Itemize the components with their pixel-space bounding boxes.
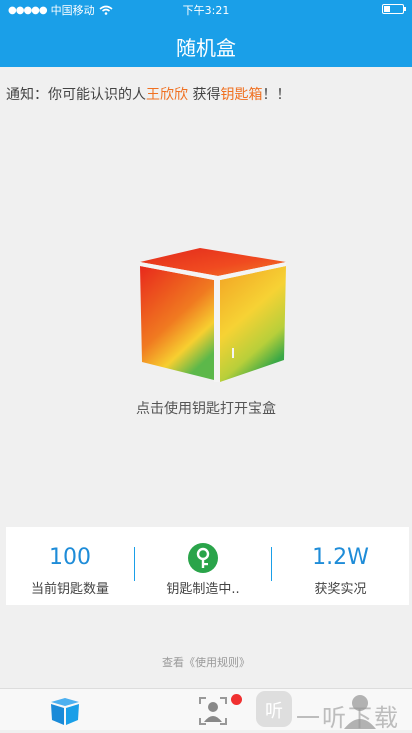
- svg-text:听: 听: [265, 701, 283, 722]
- notice-text: 通知：你可能认识的人王欣欣 获得钥匙箱！！: [6, 84, 290, 104]
- rules-link[interactable]: 查看《使用规则》: [0, 654, 412, 670]
- notice-prefix: 通知：你可能认识的人: [6, 87, 146, 103]
- friends-tab-icon[interactable]: [198, 696, 228, 726]
- stats-panel: 100 当前钥匙数量 钥匙制造中.. 1.2W 获奖实况: [6, 527, 409, 605]
- status-bar: ●●●●● 中国移动 下午3:21: [0, 0, 412, 18]
- open-box-hint: 点击使用钥匙打开宝盒: [136, 401, 276, 417]
- header-bar: ●●●●● 中国移动 下午3:21 随机盒: [0, 0, 412, 67]
- awards-label: 获奖实况: [314, 582, 367, 597]
- tab-bar: 听 一听下载: [0, 688, 412, 732]
- treasure-box[interactable]: [132, 244, 292, 389]
- notice-middle: 获得: [188, 87, 221, 103]
- page-title: 随机盒: [176, 36, 236, 60]
- keys-count-label: 当前钥匙数量: [30, 582, 109, 597]
- key-making-stat[interactable]: 钥匙制造中..: [135, 527, 271, 605]
- notice-item: 钥匙箱: [220, 87, 263, 103]
- notice-suffix: ！！: [262, 87, 291, 103]
- keys-stat[interactable]: 100 当前钥匙数量: [6, 527, 134, 605]
- key-making-label: 钥匙制造中..: [166, 582, 240, 597]
- awards-value: 1.2W: [312, 545, 369, 570]
- status-time: 下午3:21: [182, 4, 230, 17]
- watermark-text: 一听下载: [296, 704, 400, 732]
- notice-user-name[interactable]: 王欣欣: [146, 87, 188, 103]
- battery-icon: [382, 4, 406, 14]
- notification-badge: [231, 694, 242, 705]
- key-icon: [188, 543, 218, 573]
- awards-stat[interactable]: 1.2W 获奖实况: [272, 527, 409, 605]
- cube-tab-icon[interactable]: [49, 696, 81, 726]
- keys-count-value: 100: [49, 545, 91, 570]
